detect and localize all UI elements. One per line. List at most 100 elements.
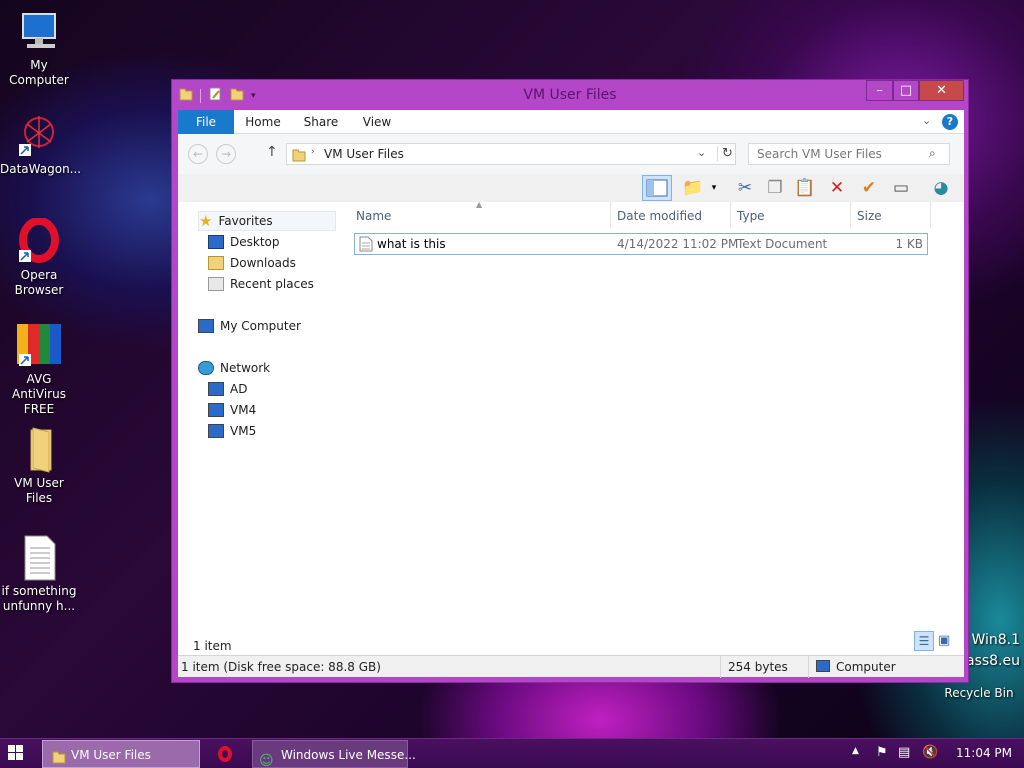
address-bar[interactable]: › VM User Files ⌄ ↻ [286, 143, 736, 165]
tray-chevron-icon[interactable]: ▲ [852, 746, 859, 756]
desktop-icon-my-computer[interactable]: My Computer [0, 8, 78, 88]
desktop-icon-label: AVG AntiVirus FREE [12, 372, 66, 416]
file-row[interactable]: what is this 4/14/2022 11:02 PM Text Doc… [354, 233, 928, 255]
back-icon[interactable]: ← [188, 144, 208, 164]
folder-icon [291, 147, 307, 166]
computer-icon [816, 660, 830, 672]
delete-icon[interactable]: ✕ [826, 177, 848, 199]
dropdown-icon[interactable]: ▾ [708, 177, 720, 199]
help-icon[interactable]: ? [942, 114, 958, 130]
refresh-icon[interactable]: ↻ [717, 146, 733, 161]
nav-downloads[interactable]: Downloads [208, 253, 296, 273]
properties-icon[interactable]: ▭ [890, 177, 912, 199]
status-bar: 1 item (Disk free space: 88.8 GB) 254 by… [178, 655, 964, 678]
messenger-icon: ☺ [259, 753, 274, 768]
nav-favorites[interactable]: ★ Favorites [198, 211, 336, 231]
details-view-icon[interactable]: ☰ [914, 631, 934, 651]
file-size: 1 KB [895, 237, 923, 251]
nav-my-computer[interactable]: My Computer [198, 316, 301, 336]
taskbar-button-explorer[interactable]: VM User Files [42, 740, 200, 768]
close-button[interactable]: ✕ [919, 80, 964, 101]
column-date-modified[interactable]: Date modified [617, 206, 702, 226]
computer-icon [208, 382, 224, 396]
desktop-icon-label: My Computer [9, 58, 69, 87]
desktop-icon [208, 235, 224, 249]
watermark-line1: Win8.1 [971, 632, 1020, 648]
taskbar-button-label: Windows Live Messe... [281, 748, 416, 762]
column-name[interactable]: Name [356, 206, 391, 226]
desktop-icon-label: if something unfunny h... [1, 584, 77, 613]
avg-icon [15, 322, 63, 370]
nav-label: My Computer [220, 319, 301, 333]
column-separator[interactable] [730, 202, 731, 228]
file-type: Text Document [737, 237, 828, 251]
text-file-icon [15, 534, 63, 582]
volume-muted-icon[interactable]: 🔇 [922, 745, 938, 760]
window-title: VM User Files [523, 87, 617, 103]
address-dropdown-icon[interactable]: ⌄ [697, 146, 706, 159]
nav-label: Network [220, 361, 271, 375]
expand-ribbon-icon[interactable]: ⌄ [922, 114, 931, 127]
recycle-bin-icon [969, 670, 989, 684]
cut-icon[interactable]: ✂ [734, 177, 756, 199]
up-icon[interactable]: ↑ [266, 144, 278, 160]
copy-icon[interactable]: ❐ [764, 177, 786, 199]
large-icons-view-icon[interactable]: ▣ [938, 633, 950, 648]
desktop-icon-label: Opera Browser [14, 268, 64, 297]
search-icon[interactable]: ⌕ [929, 146, 936, 161]
desktop-icon-avg[interactable]: AVG AntiVirus FREE [0, 322, 78, 417]
column-separator[interactable] [850, 202, 851, 228]
tab-share[interactable]: Share [296, 110, 346, 134]
title-bar[interactable]: ▾ VM User Files – □ ✕ [172, 80, 968, 110]
nav-label: Recent places [230, 277, 314, 291]
star-icon: ★ [199, 212, 213, 230]
search-placeholder: Search VM User Files [757, 147, 882, 161]
column-type[interactable]: Type [737, 206, 765, 226]
text-file-icon [359, 236, 373, 255]
column-separator[interactable] [610, 202, 611, 228]
computer-icon [208, 403, 224, 417]
network-icon [198, 361, 214, 375]
column-separator[interactable] [930, 202, 931, 228]
action-center-icon[interactable]: ⚑ [876, 745, 888, 760]
opera-icon [218, 746, 232, 762]
nav-label: AD [230, 382, 248, 396]
nav-network-ad[interactable]: AD [208, 379, 247, 399]
nav-network[interactable]: Network [198, 358, 270, 378]
preview-pane-icon[interactable] [642, 175, 672, 201]
nav-desktop[interactable]: Desktop [208, 232, 280, 252]
nav-label: Downloads [230, 256, 296, 270]
network-globe-icon[interactable]: ◕ [930, 177, 952, 199]
desktop-icon-vm-user-files[interactable]: VM User Files [0, 426, 78, 506]
maximize-button[interactable]: □ [893, 80, 919, 101]
network-tray-icon[interactable]: ▤ [898, 745, 910, 760]
desktop-icon-datawagon[interactable]: DataWagon... [0, 112, 82, 177]
paste-icon[interactable]: 📋 [794, 177, 816, 199]
rename-icon[interactable]: ✔ [858, 177, 880, 199]
tab-view[interactable]: View [352, 110, 402, 134]
tab-file[interactable]: File [178, 110, 234, 134]
search-input[interactable]: Search VM User Files ⌕ [748, 143, 950, 165]
nav-recent-places[interactable]: Recent places [208, 274, 314, 294]
desktop-icon-label: Recycle Bin [944, 686, 1014, 700]
taskbar-button-messenger[interactable]: ☺ Windows Live Messe... [252, 740, 416, 768]
tab-home[interactable]: Home [238, 110, 288, 134]
recent-places-icon [208, 277, 224, 291]
nav-label: Favorites [218, 214, 273, 228]
item-count: 1 item [193, 639, 232, 653]
start-button[interactable] [8, 745, 24, 761]
nav-label: VM4 [230, 403, 257, 417]
ribbon-tabs: File Home Share View ⌄ ? [178, 110, 964, 134]
desktop-icon-text-file[interactable]: if something unfunny h... [0, 534, 78, 614]
taskbar-button-opera[interactable] [204, 740, 248, 768]
chevron-right-icon[interactable]: › [311, 147, 315, 157]
move-to-folder-icon[interactable]: 📁 [682, 177, 704, 199]
nav-network-vm4[interactable]: VM4 [208, 400, 256, 420]
forward-icon[interactable]: → [216, 144, 236, 164]
desktop-icon-opera[interactable]: Opera Browser [0, 217, 78, 298]
minimize-button[interactable]: – [866, 80, 893, 101]
clock[interactable]: 11:04 PM [956, 746, 1012, 760]
desktop-icon-label: DataWagon... [0, 162, 82, 176]
column-size[interactable]: Size [857, 206, 882, 226]
nav-network-vm5[interactable]: VM5 [208, 421, 256, 441]
